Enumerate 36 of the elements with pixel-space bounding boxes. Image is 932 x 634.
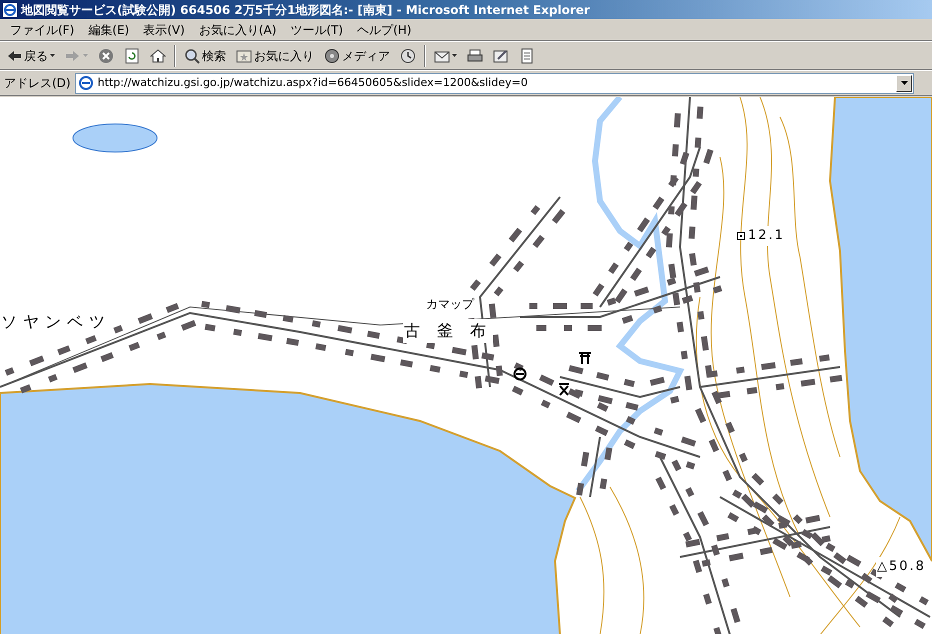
school-icon xyxy=(557,382,571,396)
media-button[interactable]: メディア xyxy=(322,44,392,68)
history-icon xyxy=(400,48,416,64)
favorites-button[interactable]: お気に入り xyxy=(234,44,316,68)
refresh-icon xyxy=(124,48,140,64)
back-button[interactable]: 戻る xyxy=(4,44,57,68)
caret-icon xyxy=(452,54,457,57)
menu-item[interactable]: ヘルプ(H) xyxy=(351,20,418,38)
address-label: アドレス(D) xyxy=(4,75,71,92)
window-title: 地図閲覧サービス(試験公開) 664506 2万5千分1地形図名:- [南東] - Microsoft Internet Explorer xyxy=(21,2,590,18)
search-button[interactable]: 検索 xyxy=(182,44,228,68)
menu-item[interactable]: お気に入り(A) xyxy=(192,20,282,38)
home-icon xyxy=(150,48,166,64)
address-field[interactable]: http://watchizu.gsi.go.jp/watchizu.aspx?id=66450605&slidex=1200&slidey=0 xyxy=(74,72,914,94)
favorites-icon xyxy=(236,48,252,64)
url-input[interactable]: http://watchizu.gsi.go.jp/watchizu.aspx?id=66450605&slidex=1200&slidey=0 xyxy=(98,74,892,92)
benchmark-icon xyxy=(737,232,745,240)
caret-icon xyxy=(50,54,55,57)
place-name: 古 釜 布 xyxy=(403,319,494,343)
search-icon xyxy=(184,48,200,64)
caret-icon xyxy=(900,81,908,85)
stop-icon xyxy=(98,48,114,64)
dropdown-button[interactable] xyxy=(896,74,912,92)
media-icon xyxy=(324,48,340,64)
menu-item[interactable]: ファイル(F) xyxy=(4,20,80,38)
caret-icon xyxy=(83,54,88,57)
edit-icon xyxy=(493,48,509,64)
print-icon xyxy=(467,48,483,64)
post-office-icon xyxy=(513,367,527,381)
browser-icon xyxy=(3,2,17,16)
shrine-gate-icon xyxy=(578,351,592,365)
menu-item[interactable]: 編集(E) xyxy=(82,20,136,38)
page-icon xyxy=(78,75,94,91)
menu-item[interactable]: 表示(V) xyxy=(137,20,191,38)
menu-item[interactable]: ツール(T) xyxy=(284,20,350,38)
document-icon xyxy=(519,48,535,64)
